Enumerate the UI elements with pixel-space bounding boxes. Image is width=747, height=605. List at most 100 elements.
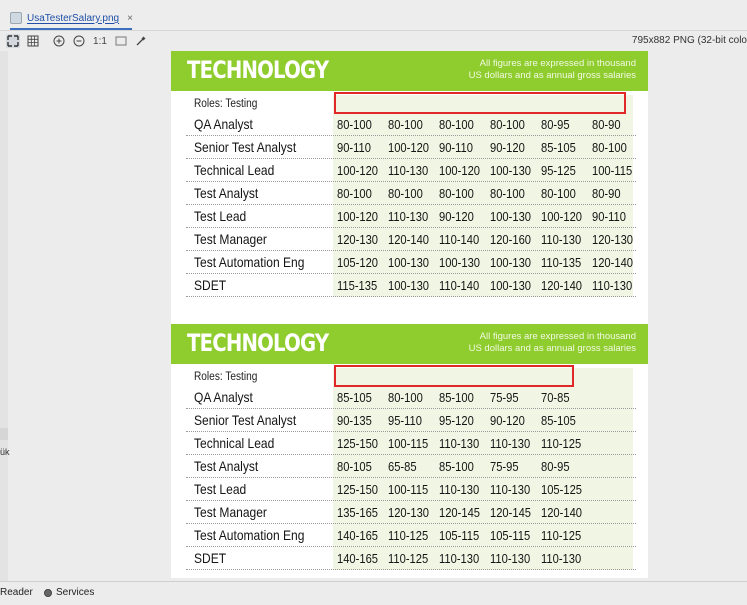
zoom-out-icon[interactable] <box>72 34 86 48</box>
fit-to-window-icon[interactable] <box>6 34 20 48</box>
salary-cell: 95-110 <box>388 413 422 428</box>
table-row: SDET 115-135 100-130 110-140 100-130 120-140 1… <box>186 274 636 297</box>
salary-cell: 100-120 <box>388 140 430 155</box>
salary-cell: 85-100 <box>439 390 474 405</box>
section-header: TECHNOLOGY All figures are expressed in … <box>171 324 648 364</box>
salary-cell: 90-135 <box>337 413 372 428</box>
table-row: Test Analyst 80-100 80-100 80-100 80-100 80-1… <box>186 182 636 205</box>
table-row: Test Automation Eng 105-120 100-130 100-130… <box>186 251 636 274</box>
section-title: TECHNOLOGY <box>187 56 329 84</box>
table-row: Test Lead 125-150 100-115 110-130 110-130 105… <box>186 478 636 501</box>
salary-cell: 120-145 <box>439 505 481 520</box>
city-highlight-box <box>334 365 574 387</box>
salary-cell: 100-120 <box>337 209 379 224</box>
role-name: Test Analyst <box>194 458 259 474</box>
tab-image-file[interactable]: UsaTesterSalary.png × <box>10 6 133 30</box>
section-note-line-1: All figures are expressed in thousand <box>479 331 636 342</box>
role-name: Test Lead <box>194 481 247 497</box>
section-note-line-1: All figures are expressed in thousand <box>479 58 636 69</box>
salary-cell: 110-130 <box>592 278 633 293</box>
role-name: Senior Test Analyst <box>194 412 297 428</box>
salary-cell: 100-130 <box>439 255 481 270</box>
salary-cell: 110-135 <box>541 255 582 270</box>
salary-cell: 105-120 <box>337 255 379 270</box>
grid-icon[interactable] <box>26 34 40 48</box>
salary-cell: 85-105 <box>541 140 576 155</box>
salary-cell: 100-130 <box>490 209 532 224</box>
salary-cell: 120-130 <box>388 505 430 520</box>
gutter-marker <box>0 428 8 440</box>
salary-cell: 100-120 <box>337 163 379 178</box>
salary-cell: 110-130 <box>541 551 582 566</box>
salary-cell: 100-130 <box>490 255 532 270</box>
section-title: TECHNOLOGY <box>187 329 329 357</box>
gutter-label: ük <box>0 447 10 457</box>
salary-cell: 100-130 <box>490 163 532 178</box>
salary-cell: 100-120 <box>439 163 481 178</box>
role-name: SDET <box>194 277 227 293</box>
table-row: QA Analyst 85-105 80-100 85-100 75-95 70-85 <box>186 386 636 409</box>
table-row: Technical Lead 100-120 110-130 100-120 100-1… <box>186 159 636 182</box>
salary-cell: 120-160 <box>490 232 532 247</box>
zoom-in-icon[interactable] <box>52 34 66 48</box>
salary-cell: 90-110 <box>439 140 473 155</box>
salary-cell: 100-115 <box>388 436 429 451</box>
salary-cell: 110-130 <box>388 209 429 224</box>
salary-cell: 120-145 <box>490 505 532 520</box>
salary-cell: 85-105 <box>337 390 372 405</box>
salary-cell: 90-110 <box>592 209 626 224</box>
editor-tab-bar: UsaTesterSalary.png × <box>0 0 747 31</box>
salary-cell: 135-165 <box>337 505 379 520</box>
roles-label: Roles: Testing <box>194 371 258 383</box>
section-note: All figures are expressed in thousand US… <box>469 331 636 355</box>
role-name: Test Automation Eng <box>194 254 305 270</box>
salary-cell: 70-85 <box>541 390 570 405</box>
table-row: QA Analyst 80-100 80-100 80-100 80-100 80-95 8… <box>186 113 636 136</box>
salary-cell: 125-150 <box>337 436 379 451</box>
section-note: All figures are expressed in thousand US… <box>469 58 636 82</box>
salary-cell: 100-120 <box>541 209 583 224</box>
salary-cell: 110-140 <box>439 232 480 247</box>
salary-section-1: TECHNOLOGY All figures are expressed in … <box>171 51 648 313</box>
role-name: Senior Test Analyst <box>194 139 297 155</box>
role-name: Technical Lead <box>194 435 275 451</box>
salary-cell: 110-130 <box>439 551 480 566</box>
salary-cell: 90-120 <box>490 413 525 428</box>
salary-cell: 90-110 <box>337 140 371 155</box>
color-picker-icon[interactable] <box>134 34 148 48</box>
actual-size-button[interactable]: 1:1 <box>92 34 108 48</box>
table-row: SDET 140-165 110-125 110-130 110-130 110-130 <box>186 547 636 570</box>
salary-cell: 110-130 <box>541 232 582 247</box>
salary-cell: 80-100 <box>388 186 423 201</box>
salary-cell: 75-95 <box>490 459 519 474</box>
salary-cell: 110-125 <box>541 528 582 543</box>
roles-label: Roles: Testing <box>194 98 258 110</box>
salary-cell: 80-90 <box>592 186 621 201</box>
salary-cell: 80-90 <box>592 117 621 132</box>
background-icon[interactable] <box>114 34 128 48</box>
tab-label: UsaTesterSalary.png <box>27 12 120 24</box>
salary-cell: 120-130 <box>592 232 634 247</box>
services-tool[interactable]: Services <box>44 587 94 598</box>
reader-label: Reader <box>0 587 33 598</box>
close-icon[interactable]: × <box>127 13 133 24</box>
table-row: Test Analyst 80-105 65-85 85-100 75-95 80-95 <box>186 455 636 478</box>
image-file-icon <box>10 12 22 24</box>
image-canvas: TECHNOLOGY All figures are expressed in … <box>171 51 648 578</box>
salary-cell: 105-115 <box>439 528 480 543</box>
salary-cell: 90-120 <box>439 209 474 224</box>
salary-cell: 80-100 <box>541 186 576 201</box>
salary-cell: 120-140 <box>541 278 583 293</box>
salary-cell: 80-100 <box>490 186 525 201</box>
reader-tool[interactable]: Reader <box>0 587 33 598</box>
table-row: Technical Lead 125-150 100-115 110-130 110-1… <box>186 432 636 455</box>
viewer-scroll-area <box>648 51 747 581</box>
salary-cell: 110-130 <box>490 436 531 451</box>
table-row: Test Lead 100-120 110-130 90-120 100-130 100-… <box>186 205 636 228</box>
salary-cell: 75-95 <box>490 390 519 405</box>
table-row: Senior Test Analyst 90-135 95-110 95-120 90-… <box>186 409 636 432</box>
salary-cell: 100-115 <box>388 482 429 497</box>
salary-cell: 80-100 <box>388 117 423 132</box>
salary-cell: 110-130 <box>490 482 531 497</box>
salary-cell: 85-105 <box>541 413 576 428</box>
